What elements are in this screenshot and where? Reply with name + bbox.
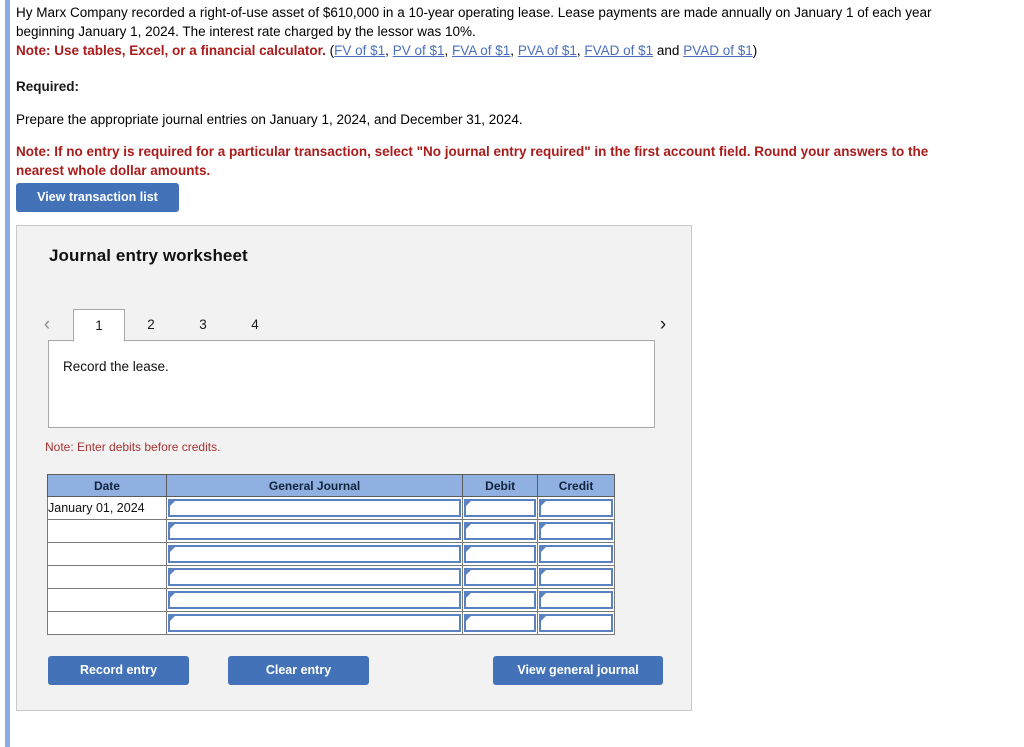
left-accent-bar	[5, 0, 10, 747]
account-select-6[interactable]	[167, 614, 462, 632]
transaction-description-text: Record the lease.	[63, 359, 169, 374]
debits-before-credits-note: Note: Enter debits before credits.	[45, 440, 221, 454]
credit-cell-5[interactable]	[537, 588, 615, 612]
table-header-row: Date General Journal Debit Credit	[47, 474, 615, 497]
journal-entry-worksheet-panel: Journal entry worksheet ‹ 1 2 3 4 › Reco…	[16, 225, 692, 711]
general-journal-cell-2[interactable]	[165, 519, 464, 543]
required-note: Note: If no entry is required for a part…	[16, 144, 929, 178]
link-sep-4: and	[653, 43, 684, 58]
record-entry-button[interactable]: Record entry	[48, 656, 189, 685]
table-row	[47, 588, 615, 612]
debit-cell-3[interactable]	[462, 542, 539, 566]
table-row	[47, 565, 615, 589]
table-row	[47, 519, 615, 543]
date-cell-2[interactable]	[47, 519, 167, 543]
worksheet-tabs: ‹ 1 2 3 4 ›	[37, 309, 673, 342]
date-cell-1[interactable]: January 01, 2024	[47, 496, 167, 520]
problem-statement: Hy Marx Company recorded a right-of-use …	[16, 0, 956, 60]
link-sep-2: ,	[510, 43, 518, 58]
link-fva-of-1[interactable]: FVA of $1	[452, 43, 510, 58]
link-pvad-of-1[interactable]: PVAD of $1	[683, 43, 753, 58]
tab-2[interactable]: 2	[125, 309, 177, 341]
account-select-5[interactable]	[167, 591, 462, 609]
credit-input-2[interactable]	[539, 522, 613, 540]
link-pv-of-1[interactable]: PV of $1	[393, 43, 445, 58]
credit-input-4[interactable]	[539, 568, 613, 586]
problem-note-line: Note: Use tables, Excel, or a financial …	[16, 41, 956, 60]
date-cell-6[interactable]	[47, 611, 167, 635]
view-transaction-list-button[interactable]: View transaction list	[16, 183, 179, 212]
tab-1[interactable]: 1	[73, 309, 125, 342]
debit-input-4[interactable]	[464, 568, 537, 586]
account-select-1[interactable]	[167, 499, 462, 517]
date-cell-3[interactable]	[47, 542, 167, 566]
debit-input-2[interactable]	[464, 522, 537, 540]
view-general-journal-button[interactable]: View general journal	[493, 656, 663, 685]
page-root: Hy Marx Company recorded a right-of-use …	[0, 0, 1024, 747]
link-fv-of-1[interactable]: FV of $1	[334, 43, 385, 58]
column-header-debit: Debit	[462, 474, 539, 497]
date-cell-4[interactable]	[47, 565, 167, 589]
chevron-left-icon[interactable]: ‹	[37, 309, 57, 341]
tab-4[interactable]: 4	[229, 309, 281, 341]
general-journal-cell-4[interactable]	[165, 565, 464, 589]
debit-cell-5[interactable]	[462, 588, 539, 612]
debit-input-3[interactable]	[464, 545, 537, 563]
chevron-right-icon[interactable]: ›	[653, 309, 673, 341]
general-journal-cell-6[interactable]	[165, 611, 464, 635]
debit-cell-1[interactable]	[462, 496, 539, 520]
credit-input-3[interactable]	[539, 545, 613, 563]
general-journal-cell-5[interactable]	[165, 588, 464, 612]
problem-text: Hy Marx Company recorded a right-of-use …	[16, 5, 932, 39]
debit-cell-6[interactable]	[462, 611, 539, 635]
general-journal-cell-1[interactable]	[165, 496, 464, 520]
debit-cell-4[interactable]	[462, 565, 539, 589]
credit-input-1[interactable]	[539, 499, 613, 517]
required-block: Required: Prepare the appropriate journa…	[16, 77, 1016, 180]
journal-entry-table: Date General Journal Debit Credit Januar…	[47, 474, 615, 635]
column-header-date: Date	[47, 474, 167, 497]
credit-cell-6[interactable]	[537, 611, 615, 635]
debit-cell-2[interactable]	[462, 519, 539, 543]
debit-input-1[interactable]	[464, 499, 537, 517]
table-row: January 01, 2024	[47, 496, 615, 520]
column-header-credit: Credit	[537, 474, 615, 497]
debit-input-6[interactable]	[464, 614, 537, 632]
credit-input-5[interactable]	[539, 591, 613, 609]
table-row	[47, 542, 615, 566]
required-heading: Required:	[16, 79, 80, 94]
links-close-paren: )	[752, 43, 758, 58]
tab-3[interactable]: 3	[177, 309, 229, 341]
debit-input-5[interactable]	[464, 591, 537, 609]
link-sep-1: ,	[444, 43, 452, 58]
account-select-2[interactable]	[167, 522, 462, 540]
transaction-description-box: Record the lease.	[48, 340, 655, 428]
date-cell-5[interactable]	[47, 588, 167, 612]
account-select-3[interactable]	[167, 545, 462, 563]
credit-cell-3[interactable]	[537, 542, 615, 566]
required-instruction: Prepare the appropriate journal entries …	[16, 111, 523, 127]
content-area: Hy Marx Company recorded a right-of-use …	[16, 0, 1016, 194]
credit-cell-2[interactable]	[537, 519, 615, 543]
general-journal-cell-3[interactable]	[165, 542, 464, 566]
account-select-4[interactable]	[167, 568, 462, 586]
problem-note-label: Note: Use tables, Excel, or a financial …	[16, 43, 326, 58]
column-header-general-journal: General Journal	[165, 474, 464, 497]
credit-input-6[interactable]	[539, 614, 613, 632]
link-pva-of-1[interactable]: PVA of $1	[518, 43, 577, 58]
table-row	[47, 611, 615, 635]
credit-cell-4[interactable]	[537, 565, 615, 589]
credit-cell-1[interactable]	[537, 496, 615, 520]
clear-entry-button[interactable]: Clear entry	[228, 656, 369, 685]
link-sep-0: ,	[385, 43, 393, 58]
worksheet-title: Journal entry worksheet	[49, 246, 248, 265]
link-fvad-of-1[interactable]: FVAD of $1	[584, 43, 653, 58]
